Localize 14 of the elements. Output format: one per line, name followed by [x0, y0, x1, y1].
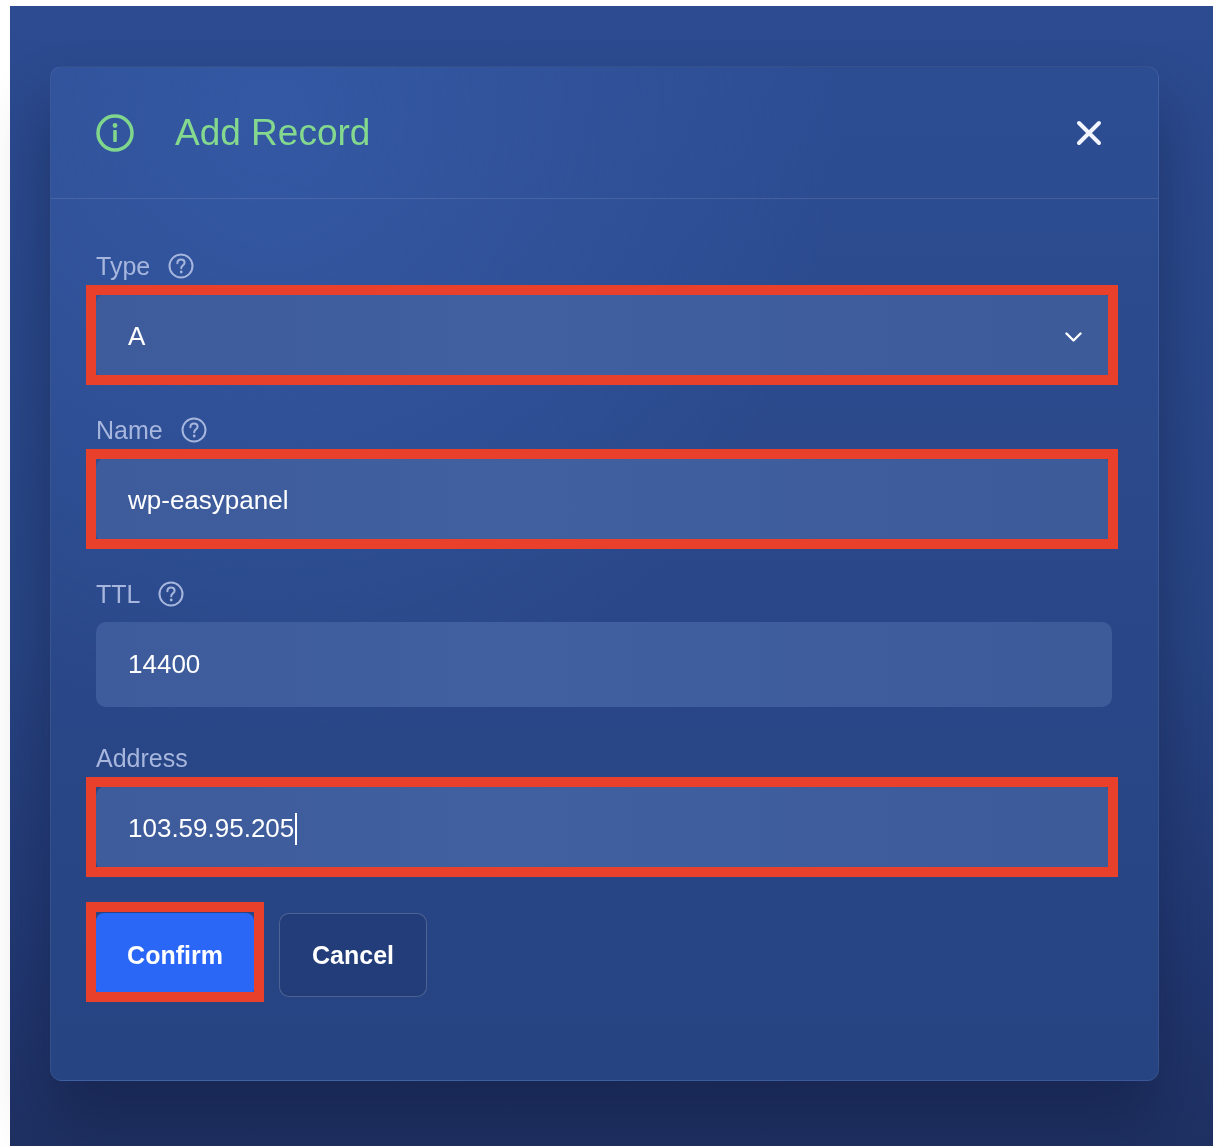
close-icon	[1076, 119, 1102, 146]
secondary-button[interactable]: Cancel	[279, 913, 427, 997]
help-icon[interactable]	[180, 417, 207, 443]
field-label: Address	[96, 743, 188, 773]
field-label: Type	[96, 251, 151, 281]
dialog-title: Add Record	[175, 111, 372, 154]
help-icon[interactable]	[168, 253, 195, 279]
help-icon[interactable]	[158, 581, 185, 607]
info-icon	[96, 113, 134, 152]
field-label: Name	[96, 415, 163, 445]
close-button[interactable]	[1076, 119, 1102, 146]
chevron-down-icon	[1065, 331, 1082, 342]
field-label: TTL	[96, 579, 141, 609]
input-field[interactable]: 14400	[96, 622, 1112, 707]
